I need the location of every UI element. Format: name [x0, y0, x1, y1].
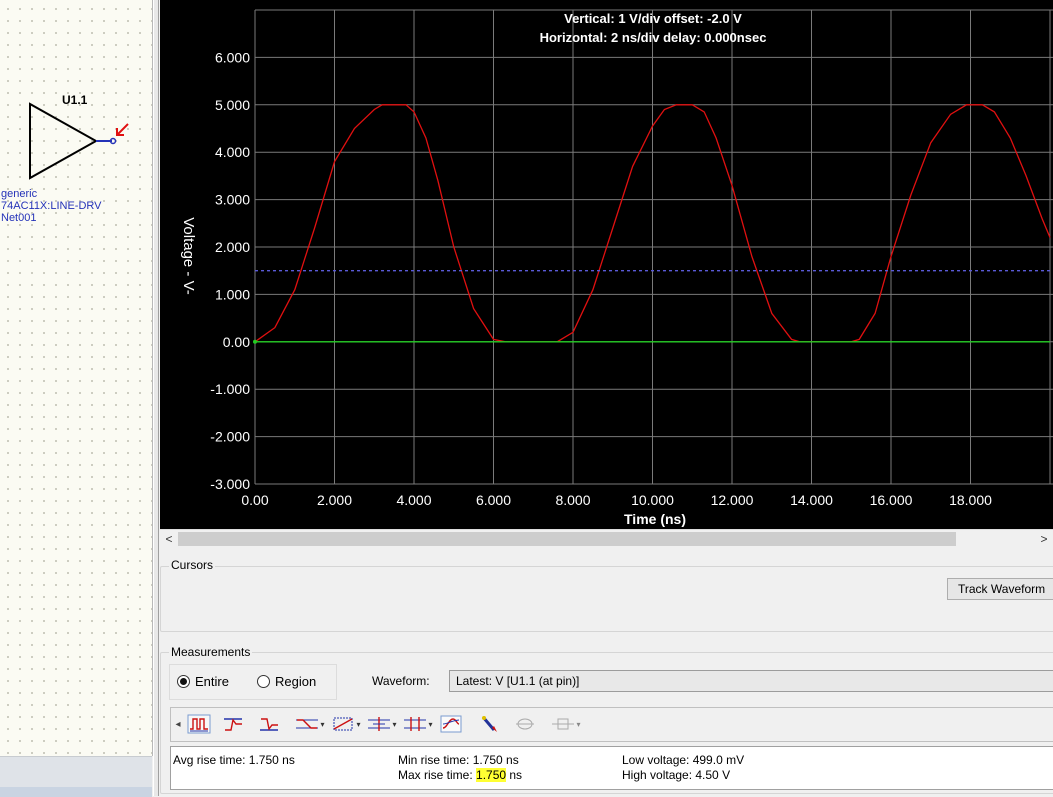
schematic-status-area — [0, 756, 152, 797]
region-radio-indicator[interactable] — [257, 675, 270, 688]
overshoot-high-icon[interactable] — [219, 712, 247, 736]
cursors-group — [160, 566, 1053, 632]
waveform-label: Waveform: — [372, 674, 430, 688]
track-waveform-button[interactable]: Track Waveform — [947, 578, 1053, 600]
y-tick-label: -2.000 — [210, 429, 250, 445]
entire-radio[interactable]: Entire — [177, 674, 229, 689]
toolbar-scroll-left[interactable]: ◂ — [173, 712, 183, 736]
waveform-select[interactable]: Latest: V [U1.1 (at pin)] — [449, 670, 1053, 692]
max-rise-time-unit: ns — [506, 768, 523, 782]
measurements-group-label: Measurements — [169, 645, 253, 659]
oscilloscope-display[interactable]: 6.000 5.000 4.000 3.000 2.000 1.000 0.00 -1.000… — [160, 0, 1053, 548]
delay-disabled-dropdown-icon[interactable]: ▾ — [549, 712, 583, 736]
x-tick-label: 16.000 — [870, 492, 913, 508]
low-voltage: Low voltage: 499.0 mV — [622, 753, 745, 767]
y-tick-label: 1.000 — [215, 286, 250, 302]
x-tick-label: 14.000 — [790, 492, 833, 508]
probe-arrow-icon — [116, 123, 129, 136]
x-tick-label: 6.000 — [476, 492, 511, 508]
x-tick-label: 8.000 — [555, 492, 590, 508]
region-radio[interactable]: Region — [257, 674, 316, 689]
max-rise-time: Max rise time: 1.750 ns — [398, 768, 522, 782]
region-radio-label[interactable]: Region — [275, 674, 316, 689]
x-tick-label: 10.000 — [631, 492, 674, 508]
hold-dropdown-icon[interactable]: ▾ — [401, 712, 435, 736]
max-rise-time-value: 1.750 — [476, 768, 507, 782]
min-rise-time-label: Min rise time: — [398, 753, 473, 767]
rise-time-dropdown-icon[interactable]: ▾ — [293, 712, 327, 736]
x-tick-label: 0.00 — [241, 492, 268, 508]
y-tick-label: 0.00 — [223, 334, 250, 350]
schematic-canvas[interactable]: U1.1 generic 74AC11X:LINE-DRV Net001 — [0, 0, 153, 756]
scroll-left-button[interactable]: < — [162, 531, 176, 547]
eye-measure-icon[interactable] — [437, 712, 465, 736]
slew-dropdown-icon[interactable]: ▾ — [329, 712, 363, 736]
measurement-toolbar: ◂ ▾ ▾ ▾ ▾ ▾ — [170, 707, 1053, 742]
buffer-symbol-icon[interactable] — [26, 100, 126, 182]
x-tick-label: 2.000 — [317, 492, 352, 508]
x-tick-label: 4.000 — [396, 492, 431, 508]
measurement-results: Avg rise time: 1.750 ns Min rise time: 1… — [170, 746, 1053, 790]
y-tick-label: -1.000 — [210, 381, 250, 397]
pulse-measure-icon[interactable] — [185, 712, 213, 736]
component-model-line-1: generic — [1, 188, 38, 200]
component-net-line: Net001 — [1, 212, 37, 224]
x-axis-label: Time (ns) — [624, 511, 686, 527]
ground-marker — [253, 339, 257, 344]
y-tick-label: -3.000 — [210, 476, 250, 492]
cursors-group-label: Cursors — [169, 558, 216, 572]
y-tick-label: 2.000 — [215, 239, 250, 255]
scroll-right-button[interactable]: > — [1037, 531, 1051, 547]
x-tick-label: 12.000 — [711, 492, 754, 508]
min-rise-time-value: 1.750 ns — [472, 753, 519, 767]
entire-radio-indicator[interactable] — [177, 675, 190, 688]
x-tick-label: 18.000 — [949, 492, 992, 508]
entire-radio-label[interactable]: Entire — [195, 674, 229, 689]
y-tick-label: 5.000 — [215, 97, 250, 113]
max-rise-time-label: Max rise time: — [398, 768, 477, 782]
component-model-line-2: 74AC11X:LINE-DRV — [1, 200, 102, 212]
overshoot-low-icon[interactable] — [255, 712, 283, 736]
marker-disabled-icon[interactable] — [511, 712, 539, 736]
horizontal-scrollbar[interactable]: < > — [160, 529, 1053, 548]
vertical-scale-header: Vertical: 1 V/div offset: -2.0 V — [564, 11, 742, 26]
avg-rise-time: Avg rise time: 1.750 ns — [173, 753, 295, 767]
probe-measure-icon[interactable] — [475, 712, 503, 736]
y-tick-label: 6.000 — [215, 49, 250, 65]
scroll-thumb[interactable] — [178, 532, 956, 546]
pane-splitter[interactable] — [153, 0, 159, 796]
y-axis-label: Voltage - V- — [180, 217, 197, 295]
setup-dropdown-icon[interactable]: ▾ — [365, 712, 399, 736]
y-tick-label: 3.000 — [215, 192, 250, 208]
y-tick-label: 4.000 — [215, 144, 250, 160]
min-rise-time: Min rise time: 1.750 ns — [398, 753, 519, 767]
horizontal-scale-header: Horizontal: 2 ns/div delay: 0.000nsec — [540, 30, 767, 45]
waveform-plot[interactable]: 6.000 5.000 4.000 3.000 2.000 1.000 0.00 -1.000… — [160, 0, 1053, 529]
high-voltage: High voltage: 4.50 V — [622, 768, 731, 782]
